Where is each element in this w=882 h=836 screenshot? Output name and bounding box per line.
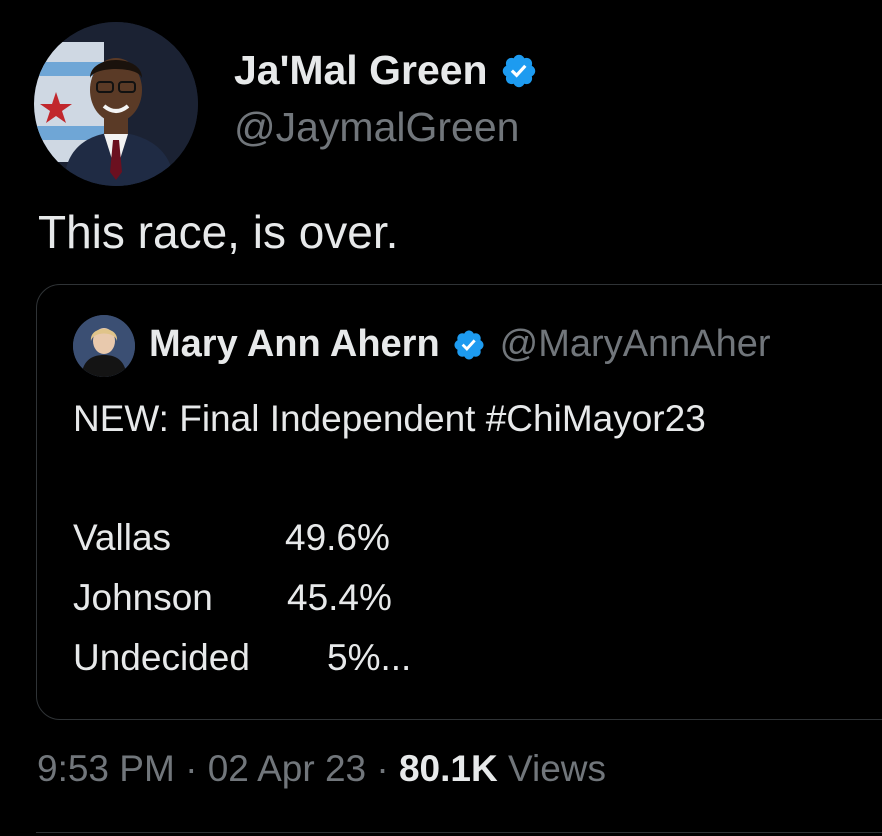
candidate-percent: 5%... bbox=[327, 637, 412, 678]
author-name[interactable]: Ja'Mal Green bbox=[234, 47, 538, 94]
quoted-author-name[interactable]: Mary Ann Ahern bbox=[149, 323, 440, 366]
candidate-percent: 49.6% bbox=[285, 517, 390, 558]
candidate-percent: 45.4% bbox=[287, 577, 392, 618]
author-name-text: Ja'Mal Green bbox=[234, 47, 488, 93]
divider bbox=[36, 832, 882, 833]
verified-badge-icon bbox=[454, 329, 484, 360]
meta-separator: · bbox=[376, 748, 389, 789]
author-handle[interactable]: @JaymalGreen bbox=[234, 104, 519, 151]
quoted-author-handle[interactable]: @MaryAnnAher bbox=[500, 323, 771, 366]
tweet-detail: Ja'Mal Green @JaymalGreen This race, is … bbox=[0, 0, 882, 836]
candidate-label: Johnson bbox=[73, 577, 213, 618]
tweet-time[interactable]: 9:53 PM bbox=[37, 748, 175, 789]
candidate-label: Vallas bbox=[73, 517, 172, 558]
quoted-tweet-card[interactable]: Mary Ann Ahern @MaryAnnAher NEW: Final I… bbox=[36, 284, 882, 720]
profile-photo bbox=[34, 22, 198, 186]
candidate-label: Undecided bbox=[73, 637, 250, 678]
meta-separator: · bbox=[185, 748, 198, 789]
views-label: Views bbox=[508, 748, 607, 789]
verified-badge-icon bbox=[502, 54, 535, 87]
tweet-text: This race, is over. bbox=[38, 206, 399, 258]
author-avatar[interactable] bbox=[34, 22, 198, 186]
quoted-header: Mary Ann Ahern @MaryAnnAher bbox=[149, 323, 771, 366]
quoted-author-avatar[interactable] bbox=[73, 315, 135, 377]
quoted-tweet-text: NEW: Final Independent #ChiMayor23 bbox=[73, 398, 706, 439]
views-count[interactable]: 80.1K bbox=[399, 748, 498, 789]
tweet-meta: 9:53 PM · 02 Apr 23 · 80.1K Views bbox=[37, 748, 606, 790]
profile-photo bbox=[73, 315, 135, 377]
tweet-date[interactable]: 02 Apr 23 bbox=[208, 748, 366, 789]
